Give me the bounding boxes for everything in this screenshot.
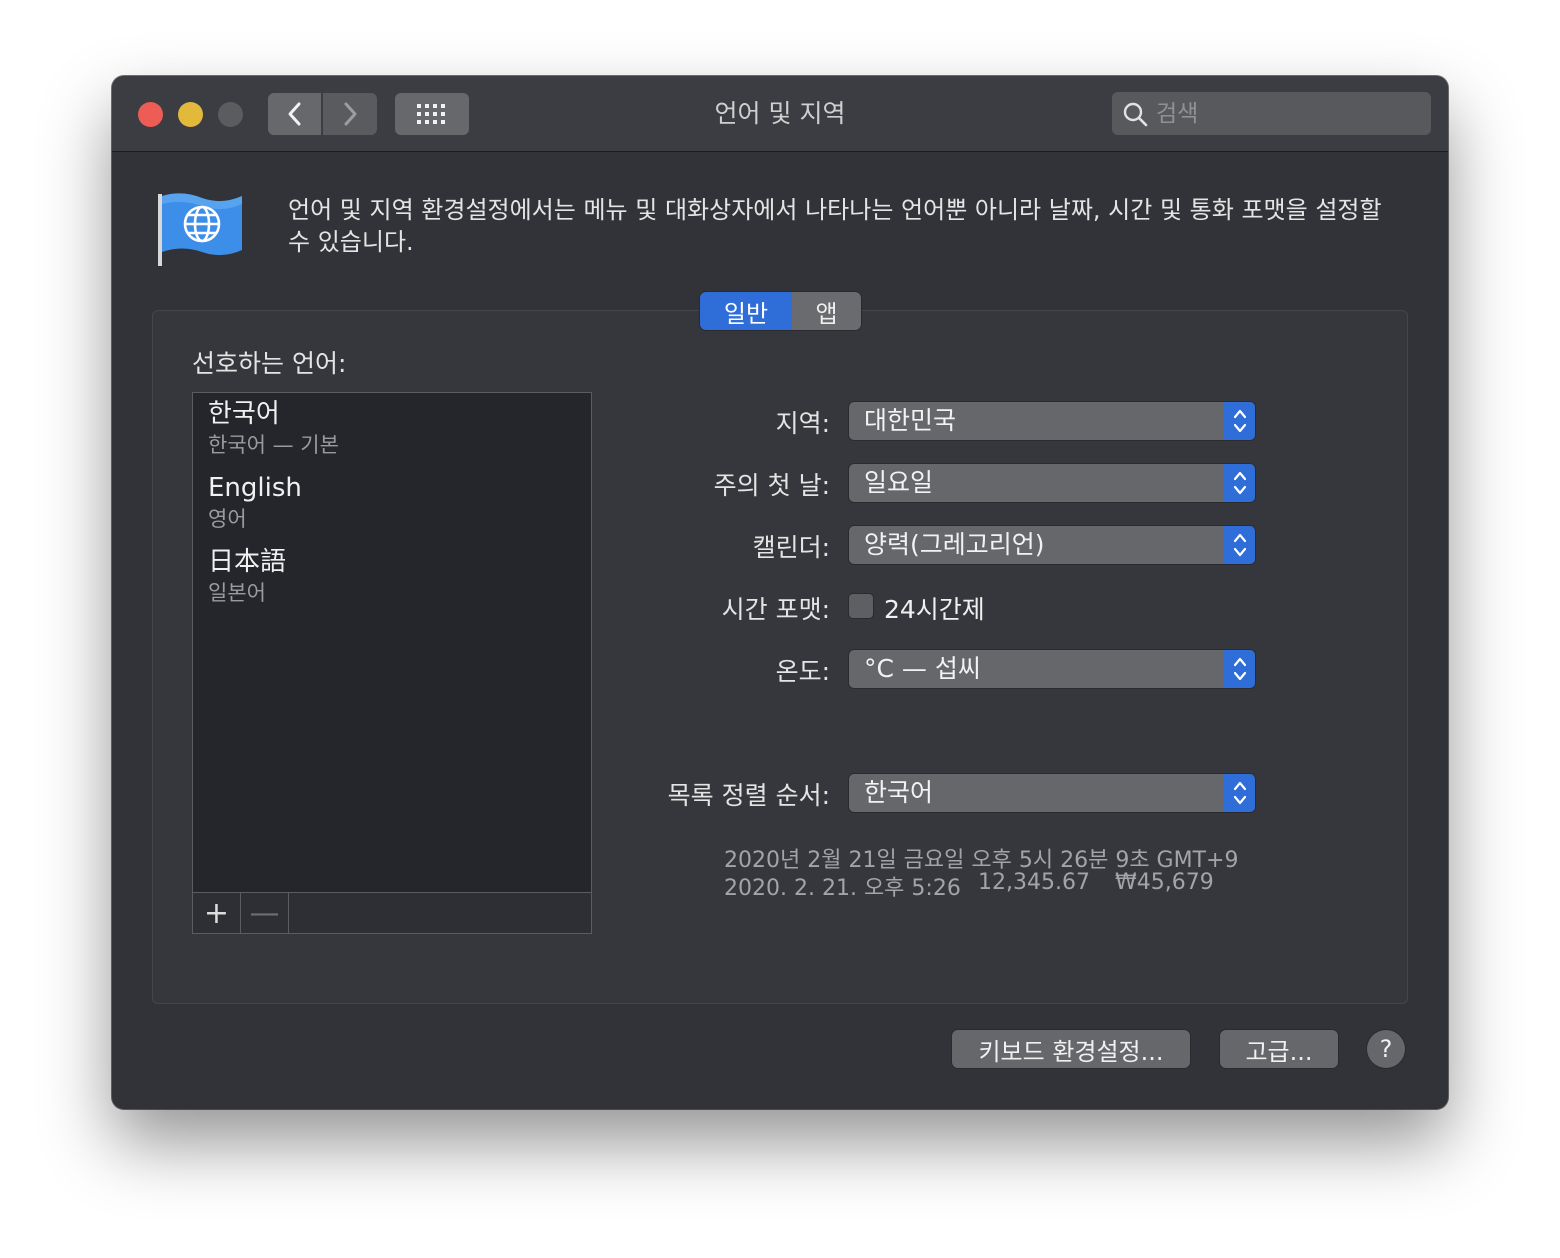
title-bar: 언어 및 지역 — [112, 76, 1448, 152]
chevron-left-icon — [288, 102, 300, 126]
24-hour-checkbox-label[interactable]: 24시간제 — [884, 590, 985, 626]
first-day-value: 일요일 — [864, 468, 934, 497]
temperature-value: °C — 섭씨 — [864, 654, 981, 683]
region-popup[interactable]: 대한민국 — [849, 402, 1255, 440]
tab-control: 일반 앱 — [700, 292, 861, 330]
show-all-button[interactable] — [395, 93, 469, 135]
remove-language-button[interactable]: — — [241, 893, 289, 933]
preferred-languages-label: 선호하는 언어: — [192, 349, 347, 378]
grid-icon — [417, 104, 445, 124]
preferences-window: 언어 및 지역 언어 및 지역 환경설정에서는 메뉴 및 대화상자에서 나타나는… — [112, 76, 1448, 1109]
region-value: 대한민국 — [864, 406, 957, 435]
language-name: 日本語 — [208, 547, 287, 577]
search-icon — [1123, 102, 1148, 126]
updown-arrows-icon — [1224, 464, 1255, 502]
list-item[interactable]: 日本語 일본어 — [208, 545, 286, 607]
tab-general[interactable]: 일반 — [700, 292, 792, 330]
sample-number: 12,345.67 — [978, 870, 1090, 895]
calendar-value: 양력(그레고리언) — [864, 530, 1045, 559]
sort-order-popup[interactable]: 한국어 — [849, 774, 1255, 812]
language-name: English — [208, 473, 302, 503]
globe-flag-icon — [158, 193, 242, 266]
add-language-button[interactable]: + — [193, 893, 241, 933]
calendar-label: 캘린더: — [752, 533, 830, 562]
search-field[interactable] — [1112, 92, 1431, 135]
list-toolbar: + — — [192, 892, 592, 934]
help-button[interactable]: ? — [1367, 1030, 1405, 1068]
temperature-popup[interactable]: °C — 섭씨 — [849, 650, 1255, 688]
region-label: 지역: — [775, 409, 830, 438]
sort-order-value: 한국어 — [864, 778, 934, 807]
sort-order-label: 목록 정렬 순서: — [667, 781, 830, 810]
minimize-button[interactable] — [178, 102, 203, 127]
tab-apps[interactable]: 앱 — [792, 292, 861, 330]
temperature-label: 온도: — [775, 657, 830, 686]
updown-arrows-icon — [1224, 650, 1255, 688]
list-item[interactable]: English 영어 — [208, 471, 302, 533]
back-button[interactable] — [268, 93, 321, 135]
updown-arrows-icon — [1224, 774, 1255, 812]
chevron-right-icon — [344, 102, 357, 126]
language-subtitle: 영어 — [208, 507, 247, 531]
first-day-popup[interactable]: 일요일 — [849, 464, 1255, 502]
advanced-button[interactable]: 고급... — [1220, 1030, 1338, 1068]
keyboard-preferences-button[interactable]: 키보드 환경설정... — [952, 1030, 1190, 1068]
language-subtitle: 일본어 — [208, 581, 266, 605]
first-day-label: 주의 첫 날: — [713, 471, 830, 500]
updown-arrows-icon — [1224, 526, 1255, 564]
24-hour-checkbox[interactable] — [849, 594, 873, 618]
description-text: 언어 및 지역 환경설정에서는 메뉴 및 대화상자에서 나타나는 언어뿐 아니라… — [288, 196, 1382, 256]
forward-button[interactable] — [323, 93, 377, 135]
close-button[interactable] — [138, 102, 163, 127]
language-list[interactable]: 한국어 한국어 — 기본 English 영어 日本語 일본어 — [192, 392, 592, 894]
language-subtitle: 한국어 — 기본 — [208, 433, 339, 457]
updown-arrows-icon — [1224, 402, 1255, 440]
time-format-label: 시간 포맷: — [721, 595, 830, 624]
zoom-button[interactable] — [218, 102, 243, 127]
language-name: 한국어 — [208, 399, 280, 429]
list-item[interactable]: 한국어 한국어 — 기본 — [208, 397, 339, 459]
sample-short-date: 2020. 2. 21. 오후 5:26 — [724, 876, 961, 901]
search-input[interactable] — [1154, 99, 1418, 128]
calendar-popup[interactable]: 양력(그레고리언) — [849, 526, 1255, 564]
sample-currency: ₩45,679 — [1115, 870, 1214, 895]
